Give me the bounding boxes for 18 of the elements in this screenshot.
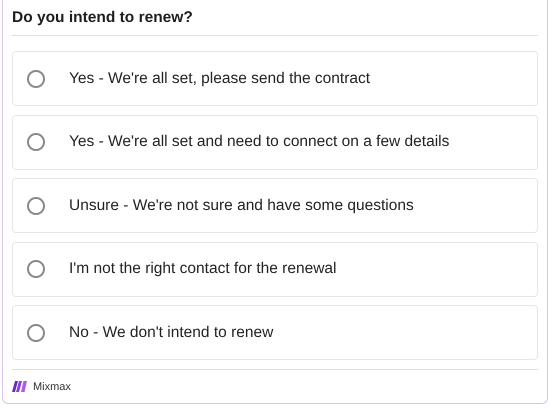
answer-option[interactable]: No - We don't intend to renew — [12, 305, 538, 360]
option-label: Yes - We're all set and need to connect on a few details — [69, 132, 450, 152]
option-label: I'm not the right contact for the renewal — [69, 259, 336, 280]
option-label: No - We don't intend to renew — [69, 322, 274, 343]
radio-button[interactable] — [27, 196, 45, 214]
option-label: Unsure - We're not sure and have some questions — [69, 196, 414, 216]
option-label: Yes - We're all set, please send the contract — [69, 68, 370, 89]
answer-option[interactable]: Yes - We're all set and need to connect on a few details — [12, 114, 538, 170]
answer-option[interactable]: I'm not the right contact for the renewal — [12, 242, 538, 296]
radio-button[interactable] — [27, 260, 45, 278]
radio-button[interactable] — [27, 324, 45, 342]
answer-option[interactable]: Yes - We're all set, please send the contract — [12, 51, 538, 106]
radio-button[interactable] — [27, 70, 45, 88]
brand-name: Mixmax — [33, 380, 71, 394]
question-title: Do you intend to renew? — [12, 8, 194, 28]
radio-button[interactable] — [27, 133, 45, 151]
logo-icon — [12, 381, 27, 392]
answer-option[interactable]: Unsure - We're not sure and have some questions — [12, 178, 538, 233]
